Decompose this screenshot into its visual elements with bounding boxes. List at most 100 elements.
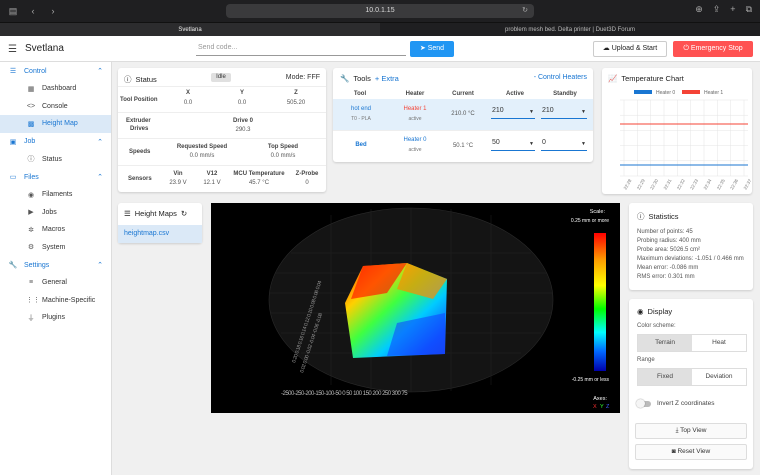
bed-standby-value: 0 <box>542 139 546 146</box>
bed-standby-select[interactable]: 0 ▼ <box>541 139 587 151</box>
sidebar-item-dashboard[interactable]: ▦ Dashboard <box>0 80 111 98</box>
mode-text: Mode: FFF <box>285 74 320 81</box>
tab-overview-icon[interactable]: ⧉ <box>746 4 752 15</box>
upload-label: Upload & Start <box>611 45 658 52</box>
invert-z-label: Invert Z coordinates <box>657 400 715 407</box>
sidebar-section-control[interactable]: ☰ Control ⌃ <box>0 62 111 80</box>
upload-start-button[interactable]: ☁ Upload & Start <box>593 41 667 57</box>
reset-view-label: Reset View <box>677 448 711 455</box>
forward-icon[interactable]: › <box>48 6 58 16</box>
color-scheme-group: Terrain Heat <box>637 334 747 352</box>
mcu-temp-value: 45.7 °C <box>248 180 270 186</box>
display-card: ◉ Display Color scheme: Terrain Heat Rang… <box>629 299 753 469</box>
sidebar-toggle-icon[interactable]: ▤ <box>8 6 18 17</box>
height-maps-title: ☰ Height Maps ↻ <box>124 209 187 218</box>
bed-current-temp: 50.1 °C <box>452 143 474 149</box>
standby-temp-select[interactable]: 210 ▼ <box>541 107 587 119</box>
heightmap-3d-view[interactable]: -2500-250-200-150-100-50 0 50 100 150 20… <box>211 203 620 413</box>
sidebar-item-plugins[interactable]: ⏚ Plugins <box>0 309 111 327</box>
scale-top-label: 0.25 mm or more <box>571 218 609 224</box>
vin-label: Vin <box>173 171 183 177</box>
scale-gradient-bar <box>594 233 606 371</box>
sidebar-item-general[interactable]: ≡ General <box>0 274 111 292</box>
send-button[interactable]: ➤ Send <box>410 41 454 57</box>
col-standby: Standby <box>553 91 577 97</box>
tool-name[interactable]: hot end <box>343 106 379 112</box>
back-icon[interactable]: ‹ <box>28 6 38 16</box>
x-tick-label: 22:35 <box>716 178 726 191</box>
deviation-button[interactable]: Deviation <box>692 369 746 385</box>
range-label: Range <box>637 357 655 363</box>
x-tick-label: 22:31 <box>663 178 673 191</box>
stat-max-deviation: Maximum deviations: -1.051 / 0.466 mm <box>637 256 744 262</box>
x-tick-label: 22:28 <box>623 178 633 191</box>
toggle-switch[interactable] <box>636 398 651 408</box>
tools-card: 🔧 Tools + Extra - Control Heaters Tool Hea… <box>333 68 593 162</box>
scale-label: Scale: <box>590 209 606 215</box>
dropdown-arrow-icon: ▼ <box>581 141 586 147</box>
emergency-stop-button[interactable]: ⏻ Emergency Stop <box>673 41 753 57</box>
dropdown-arrow-icon: ▼ <box>529 109 534 115</box>
sidebar-section-files[interactable]: ▭ Files ⌃ <box>0 168 111 186</box>
terrain-button[interactable]: Terrain <box>638 335 692 351</box>
extra-button[interactable]: + Extra <box>375 74 399 83</box>
axis-y-label: Y <box>600 404 604 410</box>
invert-z-toggle[interactable]: Invert Z coordinates <box>636 398 715 408</box>
new-tab-icon[interactable]: + <box>730 4 735 15</box>
chevron-up-icon: ⌃ <box>97 138 103 146</box>
heater-name[interactable]: Heater 1 <box>393 106 437 112</box>
sliders-icon: ⋮⋮ <box>26 297 40 305</box>
menu-icon[interactable]: ☰ <box>8 44 17 55</box>
item-label: System <box>42 243 66 251</box>
bed-heater-name[interactable]: Heater 0 <box>393 137 437 143</box>
dropdown-arrow-icon: ▼ <box>581 109 586 115</box>
sidebar-section-settings[interactable]: 🔧 Settings ⌃ <box>0 256 111 274</box>
sidebar-item-status[interactable]: ⓘ Status <box>0 151 111 169</box>
speeds-label: Speeds <box>129 149 151 155</box>
item-label: Filaments <box>42 191 73 199</box>
sidebar-item-console[interactable]: <> Console <box>0 98 111 116</box>
sidebar-item-machine-specific[interactable]: ⋮⋮ Machine-Specific <box>0 292 111 310</box>
top-view-button[interactable]: ⤓ Top View <box>635 423 747 439</box>
active-temp-select[interactable]: 210 ▼ <box>491 107 535 119</box>
heightmap-canvas[interactable]: -2500-250-200-150-100-50 0 50 100 150 20… <box>211 203 620 413</box>
send-code-input[interactable]: Send code... <box>196 42 406 56</box>
item-label: Dashboard <box>42 85 77 93</box>
sensors-label: Sensors <box>128 176 152 182</box>
sidebar-section-job[interactable]: ▣ Job ⌃ <box>0 133 111 151</box>
fixed-button[interactable]: Fixed <box>638 369 692 385</box>
bed-name[interactable]: Bed <box>343 142 379 148</box>
bed-active-select[interactable]: 50 ▼ <box>491 139 535 151</box>
browser-tab-active[interactable]: Svetlana <box>0 22 380 36</box>
refresh-icon[interactable]: ↻ <box>181 209 187 218</box>
browser-tab[interactable]: problem mesh bed. Delta printer | Duet3D… <box>380 22 760 36</box>
reload-icon[interactable]: ↻ <box>522 4 528 18</box>
tools-title: 🔧 Tools + Extra <box>340 74 399 83</box>
code-icon: <> <box>26 102 36 110</box>
sidebar-item-macros[interactable]: ✲ Macros <box>0 221 111 239</box>
control-heaters-button[interactable]: - Control Heaters <box>534 74 587 81</box>
axis-labels: -2500-250-200-150-100-50 0 50 100 150 20… <box>281 391 409 397</box>
color-scheme-label: Color scheme: <box>637 323 676 329</box>
download-icon[interactable]: ⊕ <box>695 4 703 15</box>
section-label: Control <box>24 67 47 75</box>
list-icon: ☰ <box>124 209 131 218</box>
sidebar-item-height-map[interactable]: ▩ Height Map <box>0 115 111 133</box>
section-label: Files <box>24 173 39 181</box>
mcu-temp-label: MCU Temperature <box>233 171 285 177</box>
share-icon[interactable]: ⇪ <box>713 4 721 15</box>
heat-button[interactable]: Heat <box>692 335 746 351</box>
chevron-up-icon: ⌃ <box>97 262 103 269</box>
reset-view-button[interactable]: ◙ Reset View <box>635 444 747 460</box>
tools-title-text: Tools <box>353 74 371 83</box>
sidebar-item-filaments[interactable]: ◉ Filaments <box>0 186 111 204</box>
x-tick-label: 22:37 <box>743 178 752 191</box>
legend-heater1-swatch <box>682 90 700 94</box>
bed-heater-state: active <box>408 147 422 153</box>
url-bar[interactable]: 10.0.1.15 ↻ <box>226 4 534 18</box>
stat-area: Probe area: 5026.5 cm² <box>637 247 701 253</box>
sidebar-item-system[interactable]: ⚙ System <box>0 239 111 257</box>
app-title: Svetlana <box>25 43 64 54</box>
sidebar-item-jobs[interactable]: ▶ Jobs <box>0 204 111 222</box>
heightmap-file-item[interactable]: heightmap.csv <box>118 225 202 243</box>
